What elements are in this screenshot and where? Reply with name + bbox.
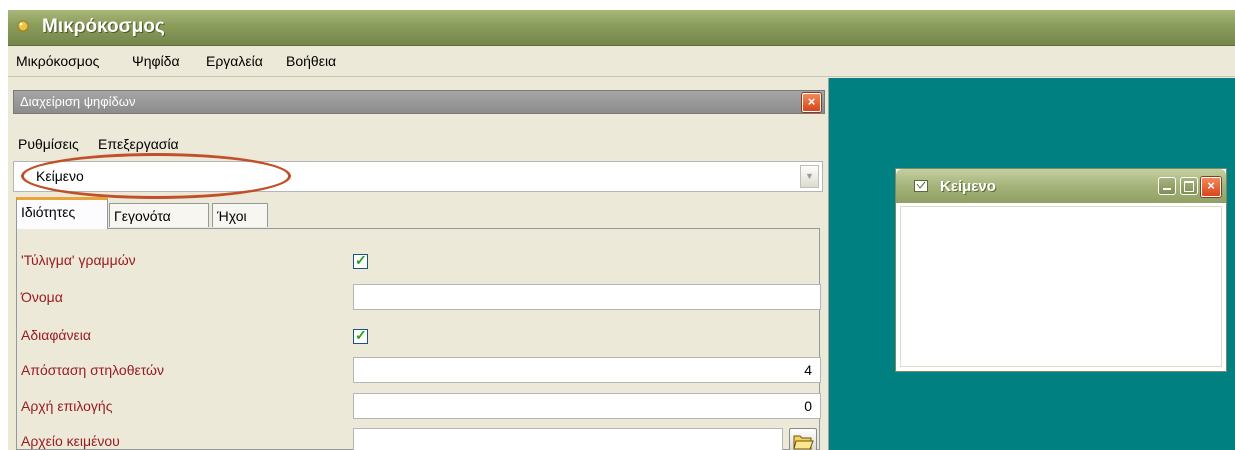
property-label-tab-spacing: Απόσταση στηλοθετών — [21, 362, 164, 378]
minimize-icon[interactable] — [1158, 177, 1176, 195]
menu-voitheia[interactable]: Βοήθεια — [286, 53, 336, 69]
opacity-checkbox[interactable]: ✓ — [353, 327, 368, 344]
tab-ixoi[interactable]: Ήχοι — [212, 203, 268, 227]
window-icon — [914, 180, 928, 192]
tab-gegonota[interactable]: Γεγονότα — [109, 203, 209, 227]
close-icon[interactable]: × — [802, 93, 821, 112]
open-folder-button[interactable] — [789, 428, 817, 450]
menu-mikrokosmos[interactable]: Μικρόκοσμος — [16, 53, 99, 69]
property-label-line-wrap: 'Τύλιγμα' γραμμών — [21, 252, 136, 268]
property-label-name: Όνομα — [21, 289, 63, 305]
tab-spacing-field[interactable]: 4 — [353, 357, 821, 383]
property-label-opacity: Αδιαφάνεια — [21, 327, 91, 343]
menu-epexergasia[interactable]: Επεξεργασία — [98, 136, 179, 152]
menu-rythmiseis[interactable]: Ρυθμίσεις — [18, 136, 79, 152]
app-title-bar: Μικρόκοσμος — [8, 10, 1235, 46]
app-title: Μικρόκοσμος — [42, 16, 165, 37]
tab-idiotites[interactable]: Ιδιότητες — [16, 197, 108, 229]
object-selector-value: Κείμενο — [36, 168, 84, 184]
app-icon — [17, 20, 29, 32]
text-object-title: Κείμενο — [940, 178, 996, 195]
text-object-window[interactable]: Κείμενο × — [895, 168, 1227, 372]
main-menubar: Μικρόκοσμος Ψηφίδα Εργαλεία Βοήθεια — [8, 46, 1235, 77]
property-label-selection-start: Αρχή επιλογής — [21, 398, 113, 414]
tile-manager-window: Διαχείριση ψηφίδων × Ρυθμίσεις Επεξεργασ… — [8, 78, 829, 450]
checkmark-icon: ✓ — [355, 327, 367, 343]
selection-start-field[interactable]: 0 — [353, 393, 821, 419]
object-selector-combo[interactable]: Κείμενο ▼ — [13, 161, 823, 192]
maximize-icon[interactable] — [1180, 177, 1198, 195]
text-object-title-bar[interactable]: Κείμενο × — [896, 169, 1226, 203]
menu-ergaleia[interactable]: Εργαλεία — [206, 53, 263, 69]
text-object-content-area[interactable] — [900, 206, 1222, 367]
property-label-text-file: Αρχείο κειμένου — [21, 433, 120, 449]
close-icon[interactable]: × — [1201, 177, 1221, 197]
menu-psifida[interactable]: Ψηφίδα — [132, 53, 180, 69]
checkmark-icon: ✓ — [355, 252, 367, 268]
open-folder-icon — [793, 435, 814, 450]
chevron-down-icon[interactable]: ▼ — [800, 165, 819, 188]
text-file-field[interactable] — [353, 428, 783, 450]
tile-manager-title-bar: Διαχείριση ψηφίδων × — [13, 90, 825, 114]
line-wrap-checkbox[interactable]: ✓ — [353, 252, 368, 269]
name-field[interactable] — [353, 284, 821, 310]
properties-panel: 'Τύλιγμα' γραμμών ✓ Όνομα Αδιαφάνεια ✓ Α… — [16, 228, 821, 450]
application-window: Μικρόκοσμος Μικρόκοσμος Ψηφίδα Εργαλεία … — [8, 10, 1235, 450]
tile-manager-title: Διαχείριση ψηφίδων — [20, 94, 136, 109]
